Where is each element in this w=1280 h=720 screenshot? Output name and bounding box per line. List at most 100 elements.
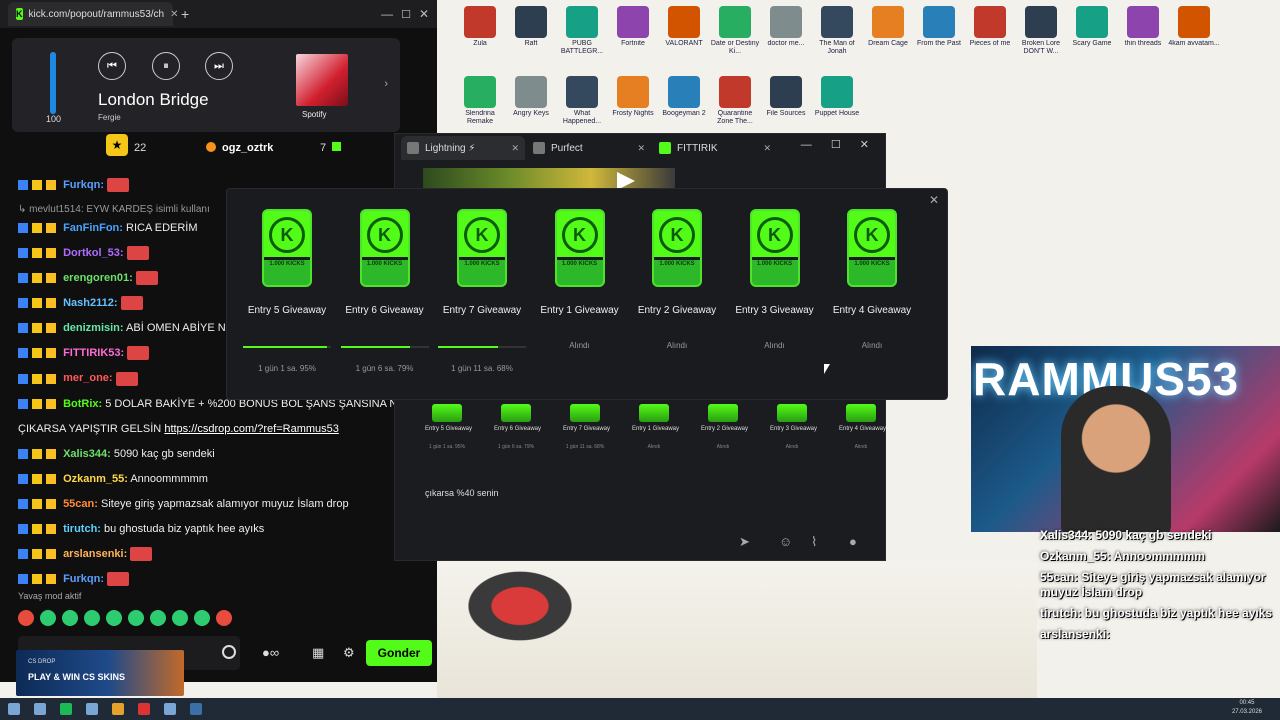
promo-banner[interactable]: CS DROP PLAY & WIN CS SKINS [16, 650, 184, 696]
attach-icon[interactable]: ⌇ [811, 534, 817, 550]
tab-lightning[interactable]: Lightning ⚡ ✕ [401, 136, 525, 160]
chevron-right-icon[interactable]: › [384, 78, 388, 90]
giveaway-card[interactable]: K 1.000 KICKS Entry 1 Giveaway Alındı [532, 209, 628, 350]
emote-icon[interactable] [150, 610, 166, 626]
chat-username[interactable]: Nash2112: [63, 297, 117, 309]
emoji-picker-icon[interactable] [222, 645, 236, 659]
chat-username[interactable]: Xalis344: [63, 448, 111, 460]
giveaway-card[interactable]: K 1.000 KICKS Entry 2 Giveaway Alındı [629, 209, 725, 350]
small-giveaway-card[interactable]: Entry 2 Giveaway Alındı [701, 404, 748, 450]
app-icon[interactable] [138, 703, 150, 715]
desktop-app-icon[interactable]: From the Past [913, 6, 965, 48]
emote-icon[interactable] [18, 610, 34, 626]
chat-link[interactable]: https://csdrop.com/?ref=Rammus53 [164, 423, 339, 435]
emoji-icon[interactable]: ☺ [779, 534, 792, 549]
previous-track-button[interactable]: ⏮ [98, 52, 126, 80]
small-giveaway-card[interactable]: Entry 3 Giveaway Alındı [770, 404, 817, 450]
app-icon[interactable] [164, 703, 176, 715]
desktop-app-icon[interactable]: thin threads [1117, 6, 1169, 48]
search-icon[interactable] [34, 703, 46, 715]
chat-username[interactable]: tirutch: [63, 523, 101, 535]
small-giveaway-card[interactable]: Entry 6 Giveaway 1 gün 6 sa. 79% [494, 404, 541, 450]
desktop-app-icon[interactable]: 4kam avvatam... [1168, 6, 1220, 48]
steam-icon[interactable] [190, 703, 202, 715]
chat-username[interactable]: Ozkanm_55: [63, 473, 128, 485]
chrome-icon[interactable] [112, 703, 124, 715]
close-window-icon[interactable]: ✕ [419, 7, 429, 21]
chat-username[interactable]: mer_one: [63, 372, 113, 384]
chat-username[interactable]: Furkqn: [63, 573, 104, 585]
desktop-app-icon[interactable]: doctor me... [760, 6, 812, 48]
emote-icon[interactable] [40, 610, 56, 626]
window-controls[interactable]: — ☐ ✕ [801, 138, 877, 151]
giveaway-card[interactable]: K 1.000 KICKS Entry 5 Giveaway 1 gün 1 sa. … [239, 209, 335, 373]
desktop-app-icon[interactable]: Scary Game [1066, 6, 1118, 48]
chat-username[interactable]: Furkqn: [63, 179, 104, 191]
desktop-app-icon[interactable]: PUBG BATTLEGR... [556, 6, 608, 56]
chat-username[interactable]: FITTIRIK53: [63, 347, 124, 359]
desktop-app-icon[interactable]: The Man of Jonah [811, 6, 863, 56]
minimize-icon[interactable]: — [381, 7, 393, 21]
app-icon[interactable] [86, 703, 98, 715]
emote-icon[interactable] [172, 610, 188, 626]
close-tab-icon[interactable]: ✕ [763, 143, 771, 154]
small-giveaway-card[interactable]: Entry 5 Giveaway 1 gün 1 sa. 95% [425, 404, 472, 450]
small-giveaway-card[interactable]: Entry 7 Giveaway 1 gün 11 sa. 68% [563, 404, 610, 450]
desktop-app-icon[interactable]: Zula [454, 6, 506, 48]
chat-username[interactable]: FanFinFon: [63, 222, 123, 234]
desktop-app-icon[interactable]: Quarantine Zone The... [709, 76, 761, 126]
emote-icon[interactable] [194, 610, 210, 626]
emote-icon[interactable] [84, 610, 100, 626]
small-giveaway-card[interactable]: Entry 4 Giveaway Alındı [839, 404, 886, 450]
tab-purfect[interactable]: Purfect ✕ [527, 136, 651, 160]
pause-button[interactable]: ⏸ [152, 52, 180, 80]
desktop-app-icon[interactable]: File Sources [760, 76, 812, 118]
giveaway-card[interactable]: K 1.000 KICKS Entry 4 Giveaway Alındı [824, 209, 920, 350]
browser-tab[interactable]: K kick.com/popout/rammus53/ch ✕ [8, 2, 179, 26]
gear-icon[interactable]: ⚙ [343, 645, 355, 661]
desktop-app-icon[interactable]: Angry Keys [505, 76, 557, 118]
chat-username[interactable]: arslansenki: [63, 548, 127, 560]
next-track-button[interactable]: ⏭ [205, 52, 233, 80]
maximize-icon[interactable]: ☐ [401, 8, 411, 21]
video-preview[interactable] [423, 168, 675, 188]
emote-icon[interactable] [128, 610, 144, 626]
chat-username[interactable]: erengoren01: [63, 272, 133, 284]
desktop-app-icon[interactable]: Dream Cage [862, 6, 914, 48]
microphone-icon[interactable]: ● [849, 534, 857, 549]
desktop-app-icon[interactable]: Raft [505, 6, 557, 48]
giveaway-card[interactable]: K 1.000 KICKS Entry 7 Giveaway 1 gün 11 sa.… [434, 209, 530, 373]
desktop-app-icon[interactable]: Boogeyman 2 [658, 76, 710, 118]
desktop-app-icon[interactable]: Broken Lore DON'T W... [1015, 6, 1067, 56]
desktop-app-icon[interactable]: Pieces of me [964, 6, 1016, 48]
close-tab-icon[interactable]: ✕ [637, 143, 645, 154]
chat-username[interactable]: denizmisin: [63, 322, 124, 334]
emote-icon[interactable] [106, 610, 122, 626]
chat-username[interactable]: 55can: [63, 498, 98, 510]
send-button[interactable]: Gonder [366, 640, 432, 666]
small-giveaway-card[interactable]: Entry 1 Giveaway Alındı [632, 404, 679, 450]
chat-username[interactable]: Dortkol_53: [63, 247, 124, 259]
chat-username[interactable]: BotRix: [63, 398, 102, 410]
clock[interactable]: 00:45 27.03.2026 [1232, 699, 1262, 717]
desktop-app-icon[interactable]: Frosty Nights [607, 76, 659, 118]
emote-icon[interactable] [216, 610, 232, 626]
desktop-app-icon[interactable]: Date or Destiny Ki... [709, 6, 761, 56]
start-icon[interactable] [8, 703, 20, 715]
spotify-icon[interactable] [60, 703, 72, 715]
tab-fittirik[interactable]: FITTIRIK ✕ [653, 136, 777, 160]
new-tab-icon[interactable]: + [181, 6, 189, 22]
volume-slider[interactable] [50, 52, 56, 114]
desktop-app-icon[interactable]: VALORANT [658, 6, 710, 48]
desktop-app-icon[interactable]: Fortnite [607, 6, 659, 48]
giveaway-card[interactable]: K 1.000 KICKS Entry 6 Giveaway 1 gün 6 sa. … [337, 209, 433, 373]
close-tab-icon[interactable]: ✕ [511, 143, 519, 154]
desktop-app-icon[interactable]: Slendrina Remake [454, 76, 506, 126]
gift-icon[interactable]: ▦ [312, 645, 324, 661]
send-icon[interactable]: ➤ [739, 534, 750, 550]
giveaway-card[interactable]: K 1.000 KICKS Entry 3 Giveaway Alındı [727, 209, 823, 350]
emote-icon[interactable] [62, 610, 78, 626]
desktop-app-icon[interactable]: What Happened... [556, 76, 608, 126]
leaderboard-username[interactable]: ogz_oztrk [222, 142, 273, 154]
close-tab-icon[interactable]: ✕ [170, 9, 178, 20]
